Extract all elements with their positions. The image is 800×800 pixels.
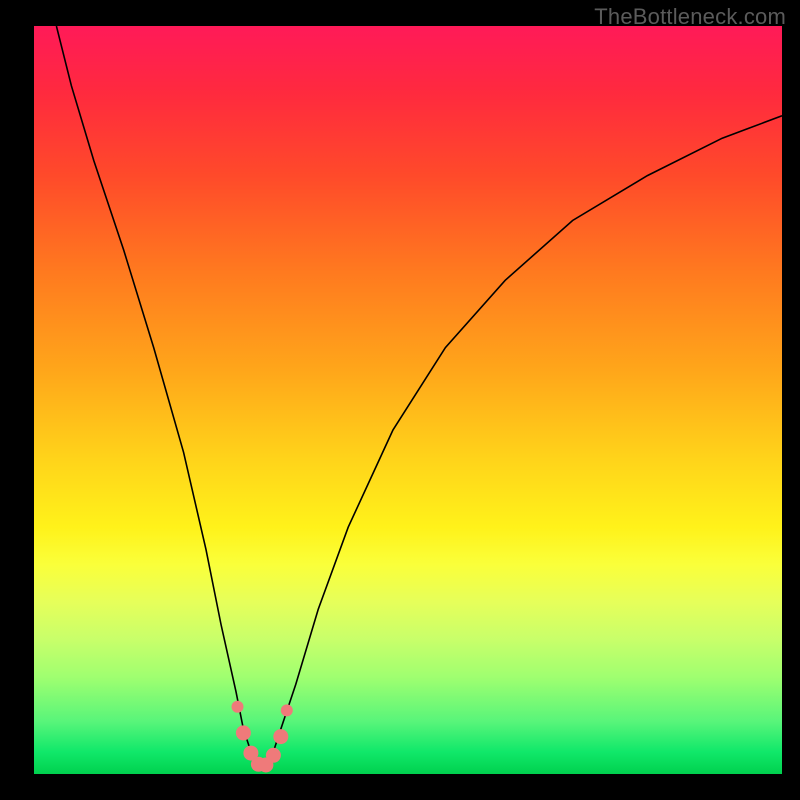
minimum-markers [232, 701, 293, 773]
minimum-marker [232, 701, 244, 713]
watermark-text: TheBottleneck.com [594, 4, 786, 30]
minimum-marker [281, 704, 293, 716]
plot-area [34, 26, 782, 774]
minimum-marker [273, 729, 288, 744]
minimum-marker [236, 725, 251, 740]
curve-layer [34, 26, 782, 774]
bottleneck-curve [56, 26, 782, 767]
minimum-marker [266, 748, 281, 763]
chart-frame: TheBottleneck.com [0, 0, 800, 800]
